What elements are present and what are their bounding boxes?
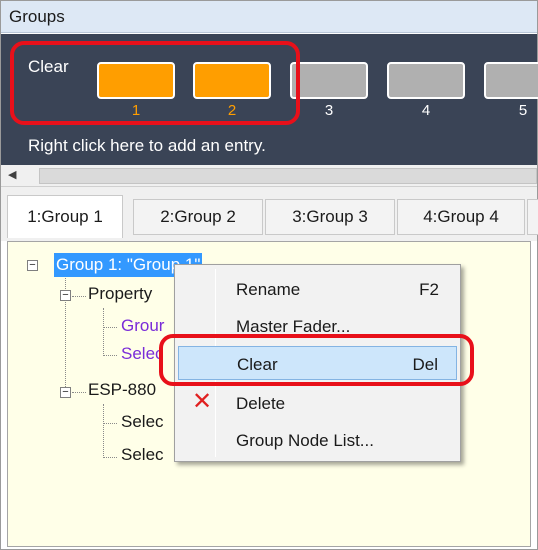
tab-group-3[interactable]: 3:Group 3 xyxy=(265,199,395,235)
group-button-1[interactable] xyxy=(97,62,175,99)
group-strip[interactable]: Clear 1 2 3 4 5 Right click here to add … xyxy=(1,34,538,165)
tree-leaf-device-2[interactable]: Selec xyxy=(121,445,164,465)
menu-item-label: Group Node List... xyxy=(236,431,374,450)
menu-item-shortcut: Del xyxy=(412,355,438,374)
group-number-3: 3 xyxy=(324,102,334,119)
group-button-5[interactable] xyxy=(484,62,538,99)
group-tabs: 1:Group 1 2:Group 2 3:Group 3 4:Group 4 xyxy=(1,187,538,241)
menu-item-master-fader[interactable]: Master Fader... xyxy=(178,309,457,343)
group-button-4[interactable] xyxy=(387,62,465,99)
horizontal-scrollbar[interactable]: ◀ xyxy=(1,165,537,187)
group-number-1: 1 xyxy=(131,102,141,119)
menu-item-label: Delete xyxy=(236,394,286,413)
context-menu: Rename F2 Master Fader... Clear Del ✕ De… xyxy=(174,264,461,462)
tab-group-4[interactable]: 4:Group 4 xyxy=(397,199,525,235)
group-number-4: 4 xyxy=(421,102,431,119)
scroll-left-arrow-icon[interactable]: ◀ xyxy=(8,168,16,181)
menu-item-label: Rename xyxy=(236,280,301,299)
tab-group-2[interactable]: 2:Group 2 xyxy=(133,199,263,235)
scrollbar-thumb[interactable] xyxy=(39,168,537,184)
collapse-icon[interactable]: − xyxy=(60,387,71,398)
tree-leaf-device-1[interactable]: Selec xyxy=(121,412,164,432)
menu-item-label: Master Fader... xyxy=(236,317,351,336)
tree-node-property[interactable]: Property xyxy=(88,284,152,304)
group-number-2: 2 xyxy=(227,102,237,119)
group-button-2[interactable] xyxy=(193,62,271,99)
group-number-5: 5 xyxy=(518,102,528,119)
menu-item-group-node-list[interactable]: Group Node List... xyxy=(178,423,457,457)
add-entry-hint[interactable]: Right click here to add an entry. xyxy=(28,136,266,156)
menu-item-rename[interactable]: Rename F2 xyxy=(178,272,457,306)
collapse-icon[interactable]: − xyxy=(27,260,38,271)
menu-item-clear[interactable]: Clear Del xyxy=(178,346,457,380)
tree-leaf-property-2[interactable]: Selec xyxy=(121,344,164,364)
tab-overflow[interactable] xyxy=(527,199,538,235)
delete-x-icon: ✕ xyxy=(192,388,213,415)
tree-node-device[interactable]: ESP-880 xyxy=(88,380,156,400)
tree-leaf-property-1[interactable]: Grour xyxy=(121,316,164,336)
menu-item-shortcut: F2 xyxy=(419,280,439,299)
window-title: Groups xyxy=(1,1,537,33)
tab-group-1[interactable]: 1:Group 1 xyxy=(7,195,123,238)
group-button-3[interactable] xyxy=(290,62,368,99)
menu-item-delete[interactable]: ✕ Delete xyxy=(178,386,457,420)
clear-label[interactable]: Clear xyxy=(28,57,69,77)
groups-window: Groups Clear 1 2 3 4 5 Right click here … xyxy=(0,0,538,550)
collapse-icon[interactable]: − xyxy=(60,290,71,301)
menu-item-label: Clear xyxy=(237,355,278,374)
